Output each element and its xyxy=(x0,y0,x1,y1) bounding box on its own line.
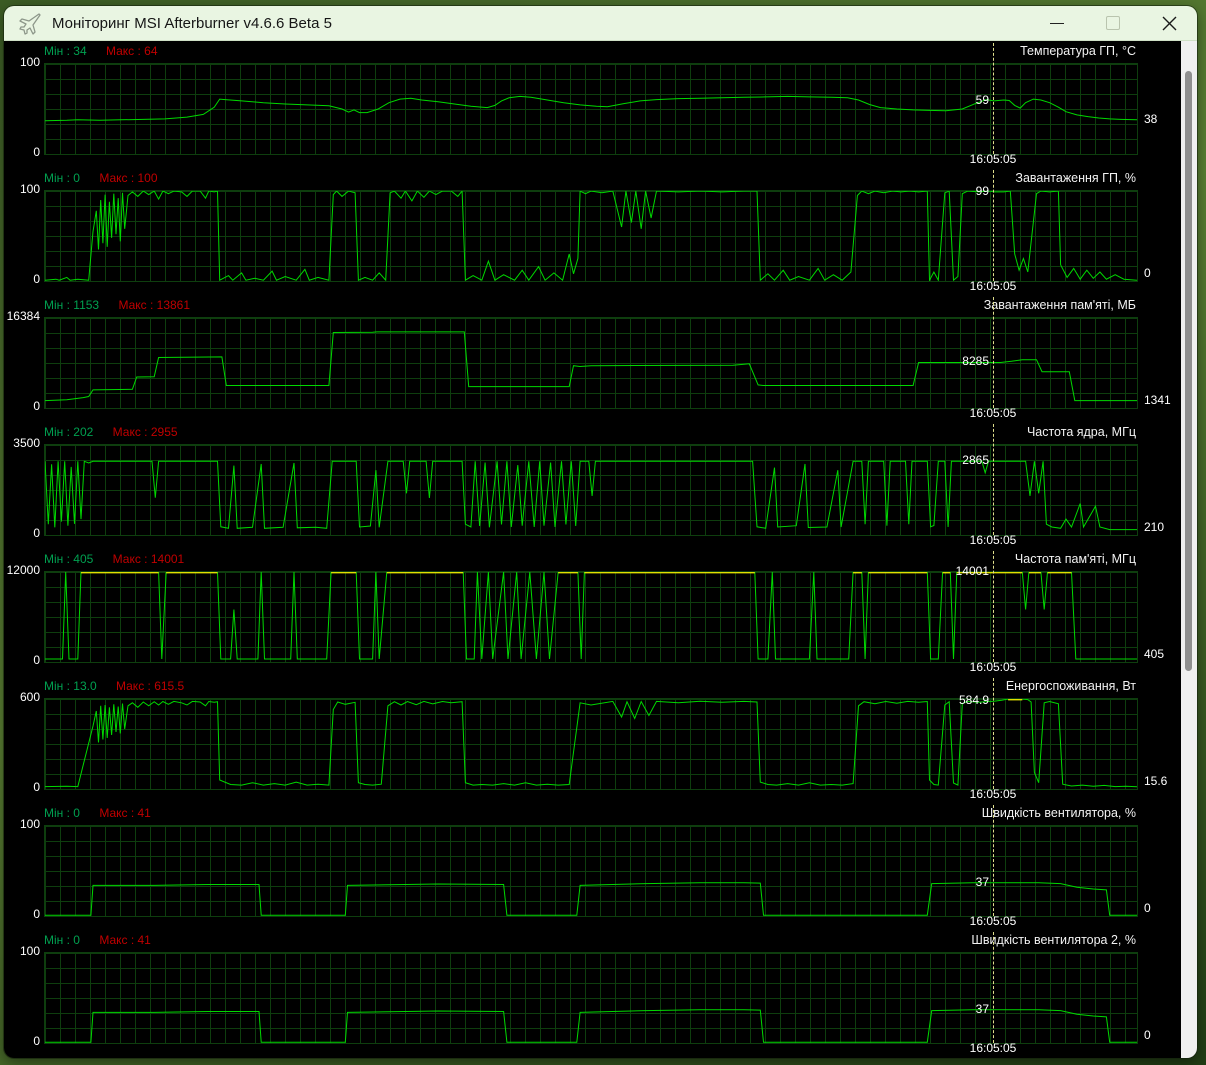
axis-max-label: 100 xyxy=(19,817,40,831)
axis-max-label: 100 xyxy=(19,944,40,958)
latest-value-label: 38 xyxy=(1144,111,1158,126)
time-cursor-line[interactable] xyxy=(993,297,994,408)
latest-value-label: 0 xyxy=(1144,901,1151,915)
cursor-timestamp: 16:05:05 xyxy=(969,406,1017,420)
graph-plot[interactable] xyxy=(44,63,1138,155)
minimize-button[interactable] xyxy=(1029,6,1085,40)
cursor-timestamp: 16:05:05 xyxy=(969,787,1017,801)
cursor-timestamp: 16:05:05 xyxy=(969,152,1017,166)
time-cursor-line[interactable] xyxy=(993,551,994,662)
graph-plot[interactable] xyxy=(44,825,1138,917)
axis-max-label: 12000 xyxy=(6,563,40,577)
monitor-panel: Мін : 0 Макс : 100 Завантаження ГП, % 10… xyxy=(4,170,1181,297)
monitor-panel: Мін : 0 Макс : 41 Швидкість вентилятора … xyxy=(4,932,1181,1058)
cursor-value-label: 584.9 xyxy=(958,693,989,708)
cursor-timestamp: 16:05:05 xyxy=(969,660,1017,674)
window-controls xyxy=(1029,6,1197,40)
cursor-value-label: 37 xyxy=(975,1001,989,1016)
axis-zero-label: 0 xyxy=(33,272,40,286)
latest-value-label: 405 xyxy=(1144,647,1165,661)
cursor-value-label: 14001 xyxy=(955,564,989,578)
graph-plot[interactable] xyxy=(44,952,1138,1044)
time-cursor-line[interactable] xyxy=(993,170,994,281)
monitor-panel: Мін : 202 Макс : 2955 Частота ядра, МГц … xyxy=(4,424,1181,551)
graphs-area: Мін : 34 Макс : 64 Температура ГП, °C 10… xyxy=(4,41,1197,1058)
graph-plot[interactable] xyxy=(44,571,1138,663)
cursor-value-label: 37 xyxy=(975,874,989,889)
latest-value-label: 210 xyxy=(1144,520,1165,534)
time-cursor-line[interactable] xyxy=(993,805,994,916)
graph-plot[interactable] xyxy=(44,190,1138,282)
title-bar[interactable]: Моніторинг MSI Afterburner v4.6.6 Beta 5 xyxy=(4,6,1197,41)
cursor-value-label: 59 xyxy=(975,92,989,107)
latest-value-label: 0 xyxy=(1144,1028,1151,1042)
axis-zero-label: 0 xyxy=(33,145,40,159)
panel-title: Швидкість вентилятора, % xyxy=(981,806,1136,820)
graph-curve xyxy=(45,699,1137,788)
axis-zero-label: 0 xyxy=(33,907,40,921)
maximize-button[interactable] xyxy=(1085,6,1141,40)
graph-curve xyxy=(45,95,1137,122)
close-icon xyxy=(1162,16,1176,30)
window-title: Моніторинг MSI Afterburner v4.6.6 Beta 5 xyxy=(52,14,332,32)
axis-zero-label: 0 xyxy=(33,780,40,794)
vertical-scrollbar[interactable] xyxy=(1181,41,1197,1058)
panel-title: Температура ГП, °C xyxy=(1020,44,1136,58)
axis-max-label: 600 xyxy=(19,690,40,704)
cursor-value-label: 8285 xyxy=(962,354,989,369)
monitor-panel: Мін : 1153 Макс : 13861 Завантаження пам… xyxy=(4,297,1181,424)
latest-value-label: 0 xyxy=(1144,266,1151,280)
monitor-panel: Мін : 0 Макс : 41 Швидкість вентилятора,… xyxy=(4,805,1181,932)
panel-title: Швидкість вентилятора 2, % xyxy=(971,933,1136,947)
cursor-value-label: 2865 xyxy=(962,453,989,468)
graph-curve xyxy=(45,572,1137,660)
latest-value-label: 15.6 xyxy=(1144,774,1168,788)
monitor-panel: Мін : 34 Макс : 64 Температура ГП, °C 10… xyxy=(4,43,1181,170)
axis-zero-label: 0 xyxy=(33,526,40,540)
close-button[interactable] xyxy=(1141,6,1197,40)
time-cursor-line[interactable] xyxy=(993,43,994,154)
graph-curve xyxy=(45,191,1137,281)
graph-curve xyxy=(45,1009,1137,1043)
time-cursor-line[interactable] xyxy=(993,678,994,789)
afterburner-jet-icon xyxy=(19,13,41,35)
scrollbar-thumb[interactable] xyxy=(1185,71,1192,671)
time-cursor-line[interactable] xyxy=(993,424,994,535)
afterburner-monitor-window: Моніторинг MSI Afterburner v4.6.6 Beta 5… xyxy=(4,6,1197,1058)
cursor-timestamp: 16:05:05 xyxy=(969,279,1017,293)
cursor-timestamp: 16:05:05 xyxy=(969,914,1017,928)
axis-zero-label: 0 xyxy=(33,399,40,413)
panel-title: Завантаження пам'яті, МБ xyxy=(983,298,1136,312)
cursor-timestamp: 16:05:05 xyxy=(969,1041,1017,1055)
monitor-panel: Мін : 13.0 Макс : 615.5 Енергоспоживання… xyxy=(4,678,1181,805)
axis-zero-label: 0 xyxy=(33,653,40,667)
axis-max-label: 3500 xyxy=(13,436,40,450)
graph-plot[interactable] xyxy=(44,698,1138,790)
panel-title: Енергоспоживання, Вт xyxy=(1005,679,1136,693)
latest-value-label: 1341 xyxy=(1144,392,1171,407)
cursor-value-label: 99 xyxy=(975,183,989,198)
axis-max-label: 100 xyxy=(19,182,40,196)
panel-title: Завантаження ГП, % xyxy=(1015,171,1136,185)
time-cursor-line[interactable] xyxy=(993,932,994,1043)
panel-title: Частота ядра, МГц xyxy=(1026,425,1136,439)
monitor-panel: Мін : 405 Макс : 14001 Частота пам'яті, … xyxy=(4,551,1181,678)
maximize-icon xyxy=(1106,16,1120,30)
axis-max-label: 16384 xyxy=(6,309,40,323)
axis-zero-label: 0 xyxy=(33,1034,40,1048)
minimize-icon xyxy=(1050,22,1064,24)
cursor-timestamp: 16:05:05 xyxy=(969,533,1017,547)
graph-curve xyxy=(45,882,1137,916)
axis-max-label: 100 xyxy=(19,55,40,69)
